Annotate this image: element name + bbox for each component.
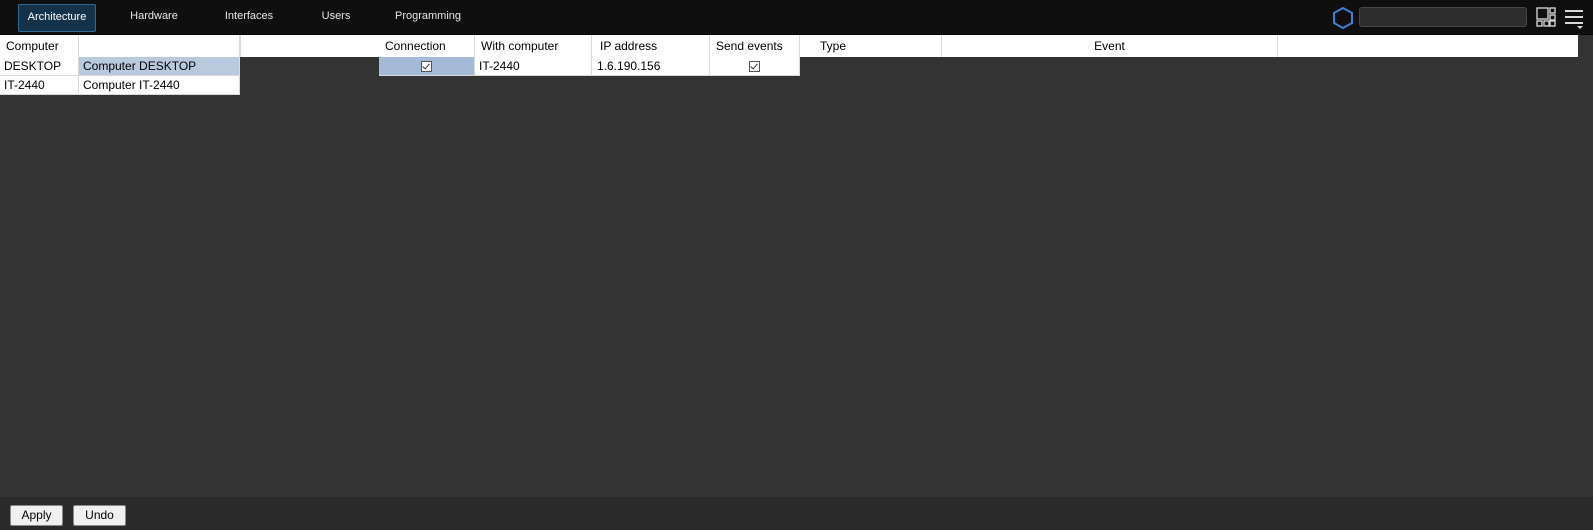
column-header-with-computer[interactable]: With computer — [475, 35, 592, 57]
with-computer-cell[interactable]: IT-2440 — [475, 57, 592, 76]
top-bar: Architecture Hardware Interfaces Users P… — [0, 0, 1593, 35]
ip-address-cell[interactable]: 1.6.190.156 — [592, 57, 710, 76]
column-header-send-events[interactable]: Send events — [710, 35, 800, 57]
layout-grid-icon[interactable] — [1536, 7, 1556, 27]
hexagon-icon[interactable] — [1332, 6, 1354, 30]
column-header-spacer — [1278, 35, 1578, 57]
computer-description-cell[interactable]: Computer IT-2440 — [79, 76, 240, 95]
tab-hardware[interactable]: Hardware — [118, 4, 190, 32]
computers-table-header: Computer — [0, 35, 240, 57]
header-spacer — [240, 35, 379, 57]
table-row[interactable]: DESKTOP Computer DESKTOP — [0, 57, 240, 76]
connection-checkbox[interactable] — [421, 61, 432, 73]
tab-architecture[interactable]: Architecture — [18, 4, 96, 32]
hamburger-menu-icon[interactable] — [1564, 7, 1584, 29]
column-header-description[interactable] — [79, 35, 240, 57]
tab-users[interactable]: Users — [305, 4, 367, 32]
undo-button[interactable]: Undo — [73, 505, 126, 526]
computer-name-cell[interactable]: IT-2440 — [0, 76, 79, 95]
table-row[interactable]: IT-2440 Computer IT-2440 — [0, 76, 240, 95]
tab-interfaces[interactable]: Interfaces — [213, 4, 285, 32]
tab-programming[interactable]: Programming — [387, 4, 469, 32]
send-events-checkbox[interactable] — [749, 61, 760, 73]
computer-description-cell[interactable]: Computer DESKTOP — [79, 57, 240, 76]
search-input[interactable] — [1359, 7, 1527, 27]
table-row[interactable]: IT-2440 1.6.190.156 — [379, 57, 800, 76]
column-header-ip-address[interactable]: IP address — [592, 35, 710, 57]
column-header-event[interactable]: Event — [942, 35, 1278, 57]
computer-name-cell[interactable]: DESKTOP — [0, 57, 79, 76]
connection-checkbox-cell[interactable] — [379, 57, 475, 76]
column-header-type[interactable]: Type — [800, 35, 942, 57]
connections-table-header: Connection With computer IP address Send… — [379, 35, 800, 57]
column-header-connection[interactable]: Connection — [379, 35, 475, 57]
column-header-computer[interactable]: Computer — [0, 35, 79, 57]
apply-button[interactable]: Apply — [10, 505, 63, 526]
bottom-bar: Apply Undo — [0, 497, 1593, 530]
events-table-header: Type Event — [800, 35, 1578, 57]
send-events-checkbox-cell[interactable] — [710, 57, 800, 76]
